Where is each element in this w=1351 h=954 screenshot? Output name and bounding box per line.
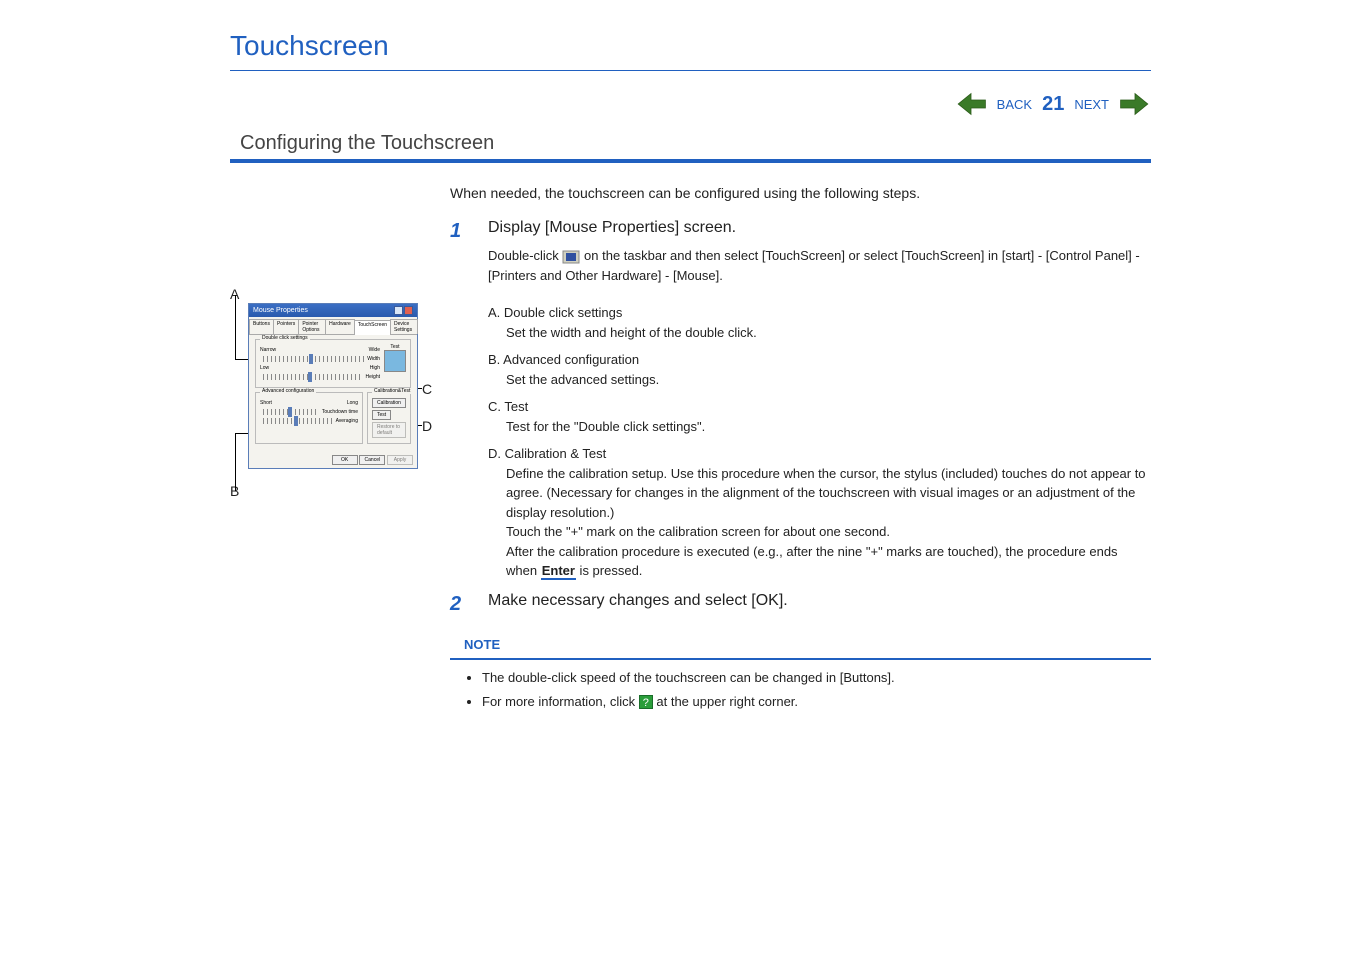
callout-line xyxy=(235,433,236,491)
item-a: A. Double click settings Set the width a… xyxy=(488,303,1151,342)
double-click-settings-group: Double click settings Narrow Wide Width … xyxy=(255,339,411,388)
dialog-footer: OK Cancel Apply xyxy=(249,452,417,468)
test-button[interactable]: Test xyxy=(372,410,391,420)
back-arrow-icon[interactable] xyxy=(955,91,987,117)
nav-back[interactable]: BACK xyxy=(997,97,1032,112)
label: Averaging xyxy=(336,418,358,424)
text: at the upper right corner. xyxy=(656,694,798,709)
legend: Double click settings xyxy=(260,335,310,341)
step-2: 2 Make necessary changes and select [OK]… xyxy=(450,589,1151,619)
item-desc: After the calibration procedure is execu… xyxy=(506,542,1151,581)
test-area[interactable] xyxy=(384,350,406,372)
dialog-title-text: Mouse Properties xyxy=(253,307,308,314)
step-heading: Display [Mouse Properties] screen. xyxy=(488,216,1151,240)
help-icon xyxy=(639,695,653,709)
tab-touchscreen[interactable]: TouchScreen xyxy=(354,320,391,335)
callout-d: D xyxy=(422,418,432,434)
label: Wide xyxy=(360,347,380,353)
item-d: D. Calibration & Test Define the calibra… xyxy=(488,444,1151,581)
item-label: B. Advanced configuration xyxy=(488,350,1151,370)
callout-c: C xyxy=(422,381,432,397)
tab-buttons[interactable]: Buttons xyxy=(249,319,274,334)
cancel-button[interactable]: Cancel xyxy=(359,455,385,465)
subtitle-rule xyxy=(230,159,1151,163)
mouse-properties-dialog: Mouse Properties Buttons Pointers Pointe… xyxy=(248,303,418,469)
dialog-figure: A B C D Mouse Properties Buttons Pointer… xyxy=(230,303,430,715)
dialog-titlebar: Mouse Properties xyxy=(249,304,417,317)
label: Long xyxy=(338,400,358,406)
note-bullet: The double-click speed of the touchscree… xyxy=(482,668,1151,688)
label: Height xyxy=(366,374,380,380)
step-number: 2 xyxy=(450,589,470,619)
enter-key: Enter xyxy=(541,563,576,580)
touchdown-slider[interactable] xyxy=(263,409,319,415)
text: Double-click xyxy=(488,248,562,263)
label: Short xyxy=(260,400,280,406)
tab-hardware[interactable]: Hardware xyxy=(325,319,355,334)
width-slider[interactable] xyxy=(263,356,364,362)
next-arrow-icon[interactable] xyxy=(1119,91,1151,117)
text: on the taskbar and then select [TouchScr… xyxy=(488,248,1140,283)
taskbar-touchscreen-icon xyxy=(562,250,580,264)
item-c: C. Test Test for the "Double click setti… xyxy=(488,397,1151,436)
item-label: A. Double click settings xyxy=(488,303,1151,323)
label: Low xyxy=(260,365,280,371)
nav-next[interactable]: NEXT xyxy=(1074,97,1109,112)
item-desc: Define the calibration setup. Use this p… xyxy=(506,464,1151,523)
legend: Advanced configuration xyxy=(260,388,316,394)
note-rule xyxy=(450,658,1151,660)
step-number: 1 xyxy=(450,216,470,295)
label: Touchdown time xyxy=(322,409,358,415)
step-heading: Make necessary changes and select [OK]. xyxy=(488,589,1151,613)
note-heading: NOTE xyxy=(464,635,1151,655)
section-subtitle: Configuring the Touchscreen xyxy=(240,132,1151,155)
tab-pointers[interactable]: Pointers xyxy=(273,319,299,334)
advanced-config-group: Advanced configuration Short Long Touchd… xyxy=(255,392,363,444)
step-instruction: Double-click on the taskbar and then sel… xyxy=(488,246,1151,285)
calibration-test-group: Calibration&Test Calibration Test Restor… xyxy=(367,392,411,444)
averaging-slider[interactable] xyxy=(263,418,333,424)
help-icon[interactable] xyxy=(394,306,403,315)
dialog-tabs: Buttons Pointers Pointer Options Hardwar… xyxy=(249,317,417,335)
item-b: B. Advanced configuration Set the advanc… xyxy=(488,350,1151,389)
restore-button[interactable]: Restore to default xyxy=(372,422,406,438)
page-number: 21 xyxy=(1042,93,1064,116)
nav-bar: BACK 21 NEXT xyxy=(230,91,1151,117)
label: Narrow xyxy=(260,347,280,353)
close-icon[interactable] xyxy=(404,306,413,315)
note-list: The double-click speed of the touchscree… xyxy=(468,668,1151,711)
text: is pressed. xyxy=(576,563,642,578)
ok-button[interactable]: OK xyxy=(332,455,358,465)
item-desc: Set the advanced settings. xyxy=(506,370,1151,390)
label: High xyxy=(360,365,380,371)
item-label: C. Test xyxy=(488,397,1151,417)
label: Width xyxy=(367,356,380,362)
note-bullet: For more information, click at the upper… xyxy=(482,692,1151,712)
calibration-button[interactable]: Calibration xyxy=(372,398,406,408)
height-slider[interactable] xyxy=(263,374,363,380)
intro-text: When needed, the touchscreen can be conf… xyxy=(450,183,1151,204)
item-desc: Set the width and height of the double c… xyxy=(506,323,1151,343)
item-label: D. Calibration & Test xyxy=(488,444,1151,464)
item-desc: Touch the "+" mark on the calibration sc… xyxy=(506,522,1151,542)
legend: Calibration&Test xyxy=(372,388,412,394)
page-title: Touchscreen xyxy=(230,30,1151,62)
tab-pointer-options[interactable]: Pointer Options xyxy=(298,319,326,334)
item-desc: Test for the "Double click settings". xyxy=(506,417,1151,437)
title-rule xyxy=(230,70,1151,71)
apply-button[interactable]: Apply xyxy=(387,455,413,465)
text: For more information, click xyxy=(482,694,639,709)
tab-device-settings[interactable]: Device Settings xyxy=(390,319,418,334)
callout-line xyxy=(235,295,236,359)
step-1: 1 Display [Mouse Properties] screen. Dou… xyxy=(450,216,1151,295)
